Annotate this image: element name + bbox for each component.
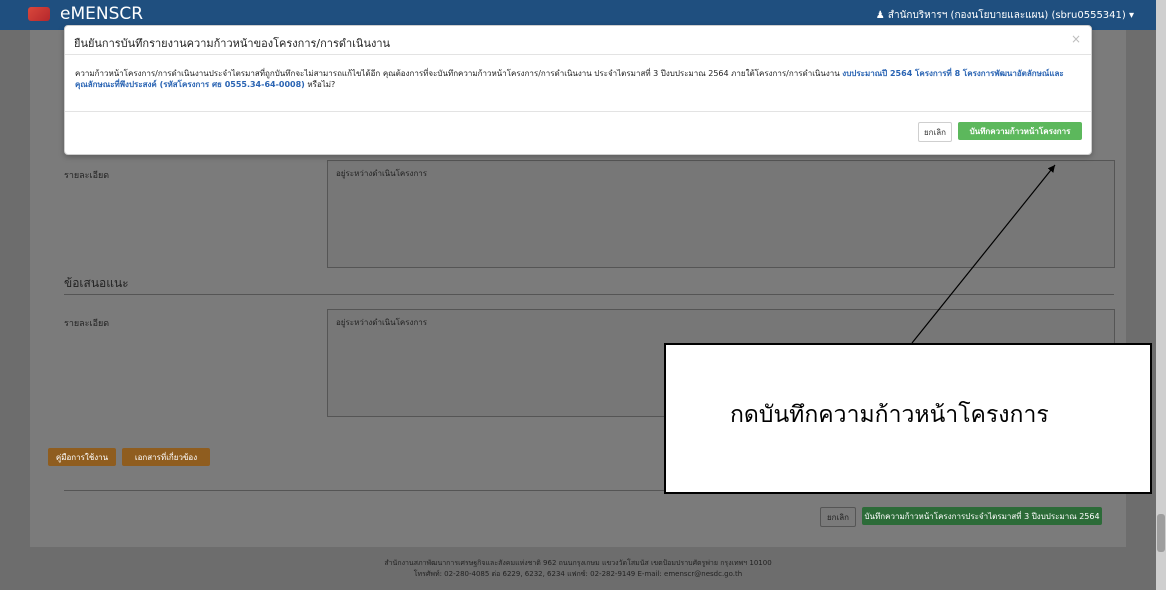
detail-label-1: รายละเอียด <box>64 171 110 181</box>
footer-line-1: สำนักงานสภาพัฒนาการเศรษฐกิจและสังคมแห่งช… <box>384 559 772 567</box>
brand-name: eMENSCR <box>60 4 144 24</box>
close-icon[interactable]: × <box>1071 32 1081 46</box>
save-progress-button[interactable]: บันทึกความก้าวหน้าโครงการประจำไตรมาสที่ … <box>862 507 1102 525</box>
scrollbar-thumb[interactable] <box>1157 514 1165 552</box>
textarea-placeholder: อยู่ระหว่างดำเนินโครงการ <box>336 318 428 327</box>
footer: สำนักงานสภาพัฒนาการเศรษฐกิจและสังคมแห่งช… <box>0 558 1156 588</box>
divider <box>64 294 1114 295</box>
detail-label-2: รายละเอียด <box>64 319 110 329</box>
app-logo-icon <box>28 7 50 21</box>
textarea-placeholder: อยู่ระหว่างดำเนินโครงการ <box>336 169 428 178</box>
manual-button[interactable]: คู่มือการใช้งาน <box>48 448 116 466</box>
scrollbar[interactable] <box>1156 0 1166 590</box>
dialog-question: หรือไม่? <box>304 80 336 89</box>
brand[interactable]: eMENSCR <box>28 4 143 24</box>
callout-box: กดบันทึกความก้าวหน้าโครงการ <box>664 343 1152 494</box>
footer-line-2: โทรศัพท์: 02-280-4085 ต่อ 6229, 6232, 62… <box>413 570 743 578</box>
user-menu[interactable]: ♟ สำนักบริหารฯ (กองนโยบายและแผน) (sbru05… <box>876 8 1134 23</box>
dialog-body: ความก้าวหน้าโครงการ/การดำเนินงานประจำไตร… <box>75 68 1083 90</box>
dialog-header: ยืนยันการบันทึกรายงานความก้าวหน้าของโครง… <box>65 26 1091 55</box>
cancel-button[interactable]: ยกเลิก <box>820 507 856 527</box>
detail-textarea-1[interactable]: อยู่ระหว่างดำเนินโครงการ <box>327 160 1115 268</box>
section-title-suggestions: ข้อเสนอแนะ <box>64 276 129 290</box>
dialog-cancel-button[interactable]: ยกเลิก <box>918 122 952 142</box>
dialog-save-button[interactable]: บันทึกความก้าวหน้าโครงการ <box>958 122 1082 140</box>
callout-text: กดบันทึกความก้าวหน้าโครงการ <box>730 402 1049 428</box>
confirm-dialog: ยืนยันการบันทึกรายงานความก้าวหน้าของโครง… <box>64 25 1092 155</box>
documents-button[interactable]: เอกสารที่เกี่ยวข้อง <box>122 448 210 466</box>
dialog-footer: ยกเลิก บันทึกความก้าวหน้าโครงการ <box>65 111 1091 155</box>
dialog-title: ยืนยันการบันทึกรายงานความก้าวหน้าของโครง… <box>74 37 391 50</box>
dialog-message: ความก้าวหน้าโครงการ/การดำเนินงานประจำไตร… <box>75 69 843 78</box>
